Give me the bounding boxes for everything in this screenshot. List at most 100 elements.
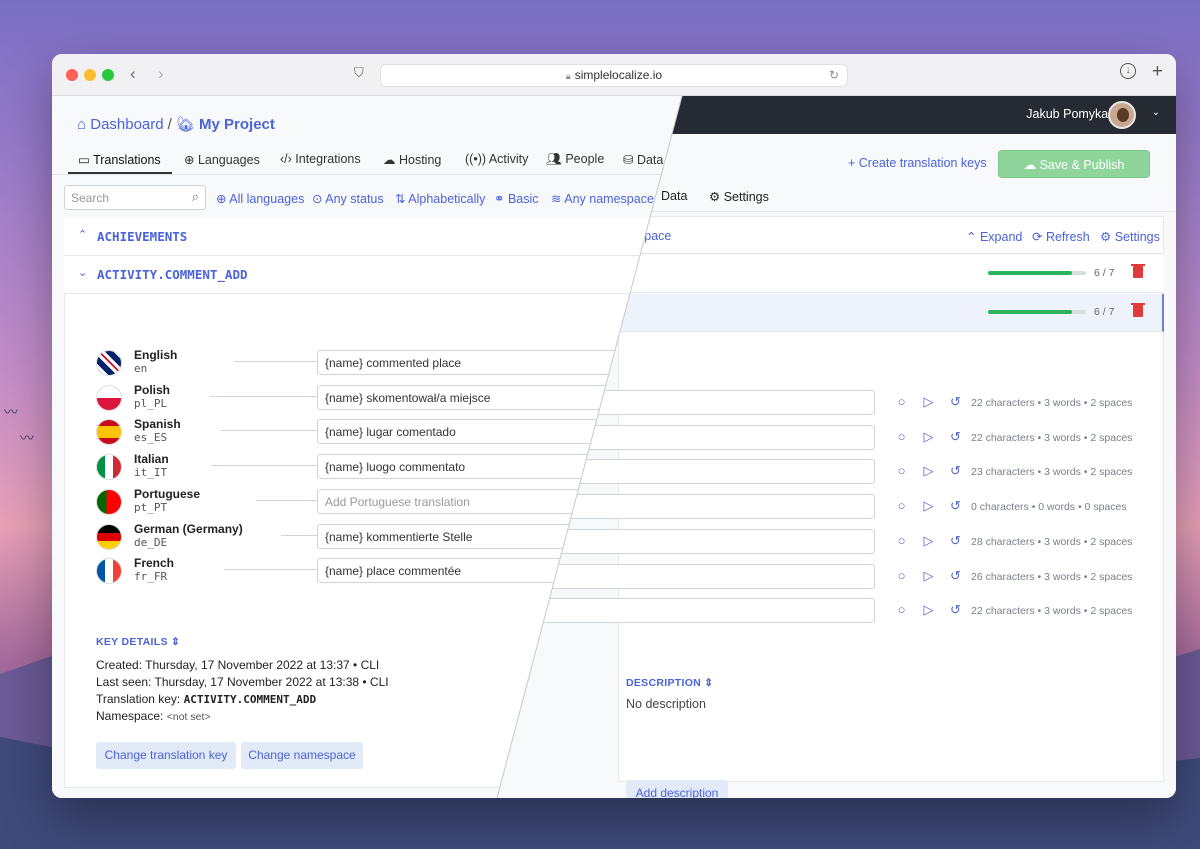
create-keys-link[interactable]: + Create translation keys — [848, 156, 987, 170]
group-row-achievements-right[interactable]: 6 / 7 — [618, 255, 1164, 293]
description-heading[interactable]: DESCRIPTION ⇕ — [626, 677, 713, 689]
history-icon[interactable]: ↺ — [942, 463, 969, 479]
tab-settings-label: Settings — [723, 190, 769, 204]
chevron-up-icon[interactable]: ⌃ — [78, 228, 87, 241]
tab-integrations[interactable]: ‹/› Integrations — [280, 152, 361, 166]
play-icon[interactable]: ▷ — [915, 429, 942, 445]
change-namespace-button[interactable]: Change namespace — [241, 742, 363, 769]
user-name[interactable]: Jakub Pomykała — [1026, 107, 1118, 121]
refresh-button[interactable]: ⟳ Refresh — [1032, 229, 1090, 244]
address-bar[interactable]: 🔒︎ simplelocalize.io ↻ — [380, 64, 848, 87]
flag-icon — [96, 488, 122, 515]
row-actions: ○ ▷ ↺ — [888, 394, 969, 410]
status-circle-icon[interactable]: ○ — [888, 394, 915, 409]
history-icon[interactable]: ↺ — [942, 533, 969, 549]
description-heading-label: DESCRIPTION — [626, 677, 702, 689]
tab-people[interactable]: 👥︎ People — [546, 152, 604, 167]
avatar[interactable] — [1108, 101, 1136, 129]
back-icon[interactable]: ‹ — [130, 64, 136, 84]
maximize-window-button[interactable] — [102, 69, 114, 81]
search-input[interactable]: Search ⌕ — [64, 185, 206, 210]
browser-toolbar: ‹ › ⛉ 🔒︎ simplelocalize.io ↻ ↓ + — [52, 54, 1176, 96]
project-icon: 🏡︎ — [175, 116, 200, 133]
filter-languages[interactable]: ⊕ All languages — [216, 191, 304, 206]
progress-count: 6 / 7 — [1094, 306, 1115, 318]
filter-view-label: Basic — [507, 192, 539, 206]
people-icon: 👥︎ — [546, 152, 566, 166]
save-publish-button[interactable]: ☁ Save & Publish — [998, 150, 1150, 178]
translation-input-right[interactable] — [542, 459, 875, 485]
trash-icon[interactable] — [1131, 303, 1145, 317]
row-actions: ○ ▷ ↺ — [888, 498, 969, 514]
history-icon[interactable]: ↺ — [942, 568, 969, 584]
filter-view[interactable]: ⚭ Basic — [494, 191, 539, 206]
trash-icon[interactable] — [1131, 264, 1145, 278]
history-icon[interactable]: ↺ — [942, 602, 969, 618]
shield-icon[interactable]: ⛉ — [354, 65, 364, 81]
tab-activity[interactable]: ((•)) Activity — [465, 152, 528, 166]
search-placeholder: Search — [71, 191, 110, 205]
play-icon[interactable]: ▷ — [915, 568, 942, 584]
history-icon[interactable]: ↺ — [942, 394, 969, 410]
filter-status[interactable]: ⊙ Any status — [312, 191, 384, 206]
translation-stats: 22 characters • 3 words • 2 spaces — [971, 397, 1133, 409]
flag-icon — [96, 523, 122, 550]
chevron-down-icon[interactable]: ⌄ — [1152, 107, 1160, 118]
breadcrumb-project[interactable]: My Project — [199, 116, 275, 133]
play-icon[interactable]: ▷ — [915, 463, 942, 479]
tab-settings[interactable]: ⚙ Settings — [709, 189, 769, 204]
create-keys-label: Create translation keys — [858, 156, 987, 170]
tab-data[interactable]: ⛁ Data — [623, 152, 663, 167]
tab-languages[interactable]: ⊕ Languages — [184, 152, 260, 167]
filter-namespace[interactable]: ≋ Any namespace — [551, 191, 654, 206]
forward-icon[interactable]: › — [158, 64, 164, 84]
tab-hosting[interactable]: ☁ Hosting — [383, 152, 441, 167]
translation-input-right[interactable] — [542, 494, 875, 520]
minimize-window-button[interactable] — [84, 69, 96, 81]
change-translation-key-button[interactable]: Change translation key — [96, 742, 236, 769]
status-circle-icon[interactable]: ○ — [888, 463, 915, 478]
flag-icon — [96, 384, 122, 411]
expand-button[interactable]: ⌃ Expand — [966, 229, 1022, 244]
tab-translations[interactable]: ▭ Translations — [78, 152, 161, 167]
status-circle-icon[interactable]: ○ — [888, 533, 915, 548]
breadcrumb-separator: / — [167, 116, 172, 133]
tab-translations-label: Translations — [93, 153, 161, 167]
status-circle-icon[interactable]: ○ — [888, 498, 915, 513]
play-icon[interactable]: ▷ — [915, 602, 942, 618]
translation-key-label: Translation key: — [96, 692, 181, 706]
add-description-button[interactable]: Add description — [626, 780, 728, 798]
tab-data-right[interactable]: Data — [661, 189, 687, 203]
chevron-down-icon[interactable]: ⌄ — [78, 266, 87, 279]
translation-stats: 23 characters • 3 words • 2 spaces — [971, 466, 1133, 479]
history-icon[interactable]: ↺ — [942, 498, 969, 514]
progress-count: 6 / 7 — [1094, 267, 1115, 279]
language-code: de_DE — [134, 535, 168, 549]
play-icon[interactable]: ▷ — [915, 498, 942, 514]
play-icon[interactable]: ▷ — [915, 533, 942, 549]
play-icon[interactable]: ▷ — [915, 394, 942, 410]
close-window-button[interactable] — [66, 69, 78, 81]
save-publish-label: Save & Publish — [1039, 158, 1125, 172]
translation-input-right[interactable] — [542, 563, 875, 589]
status-circle-icon[interactable]: ○ — [888, 602, 915, 617]
breadcrumb-dashboard[interactable]: Dashboard — [90, 116, 163, 133]
status-circle-icon[interactable]: ○ — [888, 568, 915, 583]
language-name: English — [134, 348, 178, 362]
translation-input-right[interactable] — [542, 598, 875, 624]
tab-people-label: People — [565, 152, 605, 166]
gear-icon: ⚙ — [1100, 230, 1115, 244]
download-icon[interactable]: ↓ — [1120, 63, 1136, 79]
view-icon: ⚭ — [494, 192, 508, 206]
key-details-heading[interactable]: KEY DETAILS ⇕ — [96, 636, 180, 648]
settings-button[interactable]: ⚙ Settings — [1100, 229, 1160, 244]
status-circle-icon[interactable]: ○ — [888, 429, 915, 444]
reload-icon[interactable]: ↻ — [829, 65, 839, 86]
new-tab-icon[interactable]: + — [1152, 61, 1163, 83]
breadcrumb: ⌂ Dashboard / 🏡︎ My Project — [77, 115, 275, 133]
language-code: pt_PT — [134, 500, 168, 514]
history-icon[interactable]: ↺ — [942, 429, 969, 445]
group-row-activity-right[interactable]: 6 / 7 — [618, 294, 1164, 332]
translation-input-right[interactable] — [542, 528, 875, 554]
filter-sort[interactable]: ⇅ Alphabetically — [395, 191, 485, 206]
